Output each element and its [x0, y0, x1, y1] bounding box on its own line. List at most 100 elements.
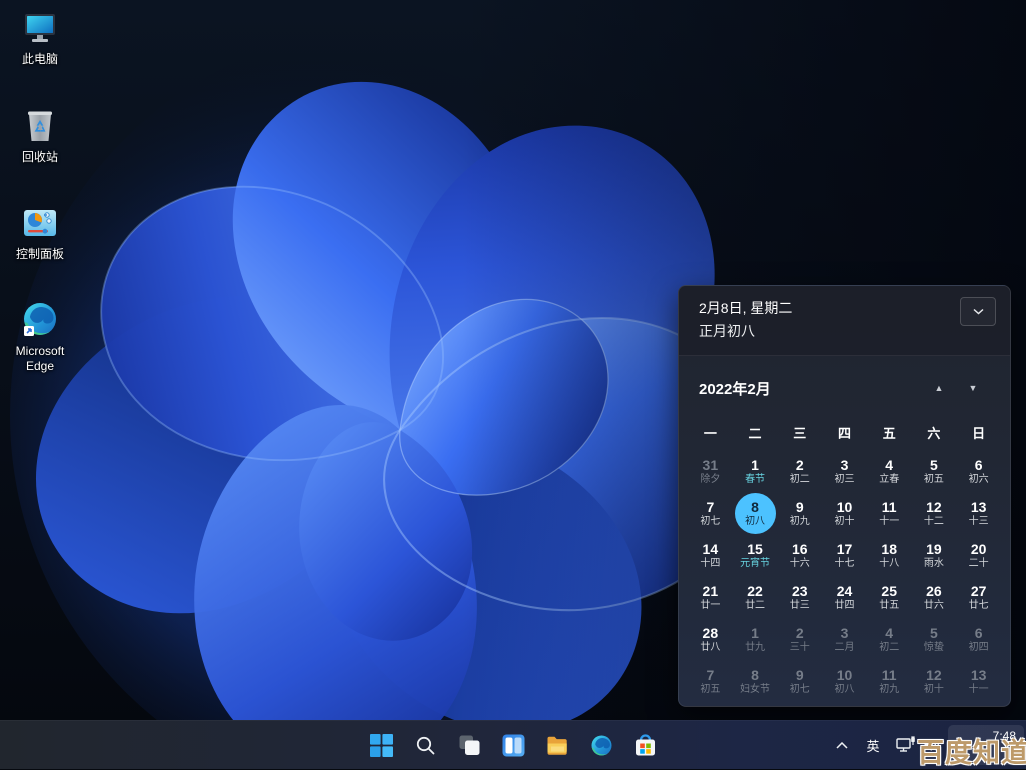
- weekday-label: 三: [777, 414, 822, 450]
- chevron-up-icon: [836, 742, 848, 749]
- calendar-lunar-date: 正月初八: [699, 322, 992, 341]
- calendar-flyout: 2月8日, 星期二 正月初八 2022年2月 ▲ ▼ 一二三四五六日 31除夕1春…: [678, 285, 1011, 707]
- calendar-day[interactable]: 12十二: [912, 492, 957, 534]
- weekday-label: 日: [956, 414, 1001, 450]
- calendar-day[interactable]: 5初五: [912, 450, 957, 492]
- weekday-label: 二: [733, 414, 778, 450]
- calendar-day[interactable]: 3初三: [822, 450, 867, 492]
- this-pc-icon: [20, 8, 60, 48]
- search-icon: [413, 733, 438, 758]
- desktop-icon-control-panel[interactable]: 控制面板: [2, 203, 78, 262]
- calendar-day[interactable]: 10初十: [822, 492, 867, 534]
- calendar-header: 2月8日, 星期二 正月初八: [679, 286, 1010, 356]
- calendar-day[interactable]: 7初五: [688, 660, 733, 702]
- calendar-day[interactable]: 19雨水: [912, 534, 957, 576]
- calendar-day[interactable]: 6初六: [956, 450, 1001, 492]
- calendar-day[interactable]: 1春节: [733, 450, 778, 492]
- file-explorer-icon: [545, 733, 570, 758]
- calendar-day[interactable]: 10初八: [822, 660, 867, 702]
- calendar-day[interactable]: 6初四: [956, 618, 1001, 660]
- calendar-day[interactable]: 23廿三: [777, 576, 822, 618]
- tray-show-hidden-icons-button[interactable]: [828, 725, 856, 765]
- desktop-icon-recycle-bin[interactable]: 回收站: [2, 106, 78, 165]
- calendar-day[interactable]: 27廿七: [956, 576, 1001, 618]
- calendar-day[interactable]: 26廿六: [912, 576, 957, 618]
- tray-ime-indicator[interactable]: 英: [858, 725, 888, 765]
- recycle-bin-icon: [20, 106, 60, 146]
- taskbar-center-group: [361, 721, 665, 769]
- triangle-down-icon: ▼: [969, 383, 978, 393]
- network-icon: [896, 736, 916, 754]
- calendar-day[interactable]: 4立春: [867, 450, 912, 492]
- chevron-down-icon: [973, 308, 984, 315]
- widgets-button[interactable]: [493, 725, 533, 765]
- calendar-next-month-button[interactable]: ▼: [956, 375, 990, 401]
- speaker-icon: [923, 737, 941, 753]
- ime-language-label: 英: [866, 736, 879, 755]
- weekday-label: 一: [688, 414, 733, 450]
- calendar-month-label: 2022年2月: [699, 378, 771, 399]
- windows-logo-icon: [369, 733, 394, 758]
- calendar-day[interactable]: 18十八: [867, 534, 912, 576]
- calendar-day[interactable]: 1廿九: [733, 618, 778, 660]
- weekday-label: 五: [867, 414, 912, 450]
- taskbar: 英 7:48: [0, 720, 1026, 769]
- calendar-day[interactable]: 5惊蛰: [912, 618, 957, 660]
- widgets-icon: [501, 733, 526, 758]
- start-button[interactable]: [361, 725, 401, 765]
- calendar-day[interactable]: 12初十: [912, 660, 957, 702]
- triangle-up-icon: ▲: [935, 383, 944, 393]
- desktop-icon-label: Microsoft Edge: [3, 344, 77, 374]
- desktop-icon-this-pc[interactable]: 此电脑: [2, 8, 78, 67]
- desktop-icon-label: 回收站: [22, 150, 58, 165]
- calendar-day[interactable]: 21廿一: [688, 576, 733, 618]
- calendar-collapse-button[interactable]: [960, 297, 996, 326]
- task-view-icon: [457, 733, 482, 758]
- calendar-day[interactable]: 8初八: [733, 492, 778, 534]
- calendar-day[interactable]: 13十一: [956, 660, 1001, 702]
- calendar-day[interactable]: 9初七: [777, 660, 822, 702]
- search-button[interactable]: [405, 725, 445, 765]
- calendar-grid: 一二三四五六日31除夕1春节2初二3初三4立春5初五6初六7初七8初八9初九10…: [679, 414, 1010, 702]
- edge-icon: [20, 300, 60, 340]
- calendar-day[interactable]: 14十四: [688, 534, 733, 576]
- task-view-button[interactable]: [449, 725, 489, 765]
- file-explorer-button[interactable]: [537, 725, 577, 765]
- desktop-icon-label: 此电脑: [22, 52, 58, 67]
- calendar-day[interactable]: 24廿四: [822, 576, 867, 618]
- calendar-prev-month-button[interactable]: ▲: [922, 375, 956, 401]
- weekday-label: 四: [822, 414, 867, 450]
- control-panel-icon: [20, 203, 60, 243]
- system-tray: 英 7:48: [828, 721, 1024, 769]
- calendar-day[interactable]: 9初九: [777, 492, 822, 534]
- calendar-day[interactable]: 20二十: [956, 534, 1001, 576]
- calendar-day[interactable]: 2初二: [777, 450, 822, 492]
- edge-button[interactable]: [581, 725, 621, 765]
- calendar-day[interactable]: 25廿五: [867, 576, 912, 618]
- calendar-day[interactable]: 3二月: [822, 618, 867, 660]
- calendar-month-nav: 2022年2月 ▲ ▼: [679, 356, 1010, 414]
- calendar-day[interactable]: 28廿八: [688, 618, 733, 660]
- calendar-day[interactable]: 11初九: [867, 660, 912, 702]
- store-button[interactable]: [625, 725, 665, 765]
- calendar-day[interactable]: 22廿二: [733, 576, 778, 618]
- tray-quick-settings-button[interactable]: [890, 725, 946, 765]
- store-icon: [633, 733, 658, 758]
- calendar-day[interactable]: 16十六: [777, 534, 822, 576]
- desktop-icon-label: 控制面板: [16, 247, 64, 262]
- weekday-label: 六: [912, 414, 957, 450]
- calendar-day[interactable]: 17十七: [822, 534, 867, 576]
- calendar-day[interactable]: 11十一: [867, 492, 912, 534]
- calendar-day[interactable]: 4初二: [867, 618, 912, 660]
- calendar-day[interactable]: 2三十: [777, 618, 822, 660]
- calendar-day[interactable]: 7初七: [688, 492, 733, 534]
- desktop-icon-microsoft-edge[interactable]: Microsoft Edge: [2, 300, 78, 374]
- calendar-day[interactable]: 15元宵节: [733, 534, 778, 576]
- calendar-date: 2月8日, 星期二: [699, 299, 992, 318]
- tray-clock-button[interactable]: 7:48: [948, 725, 1024, 765]
- calendar-day[interactable]: 31除夕: [688, 450, 733, 492]
- calendar-day[interactable]: 8妇女节: [733, 660, 778, 702]
- calendar-day[interactable]: 13十三: [956, 492, 1001, 534]
- clock-time: 7:48: [993, 729, 1016, 744]
- edge-icon: [589, 733, 614, 758]
